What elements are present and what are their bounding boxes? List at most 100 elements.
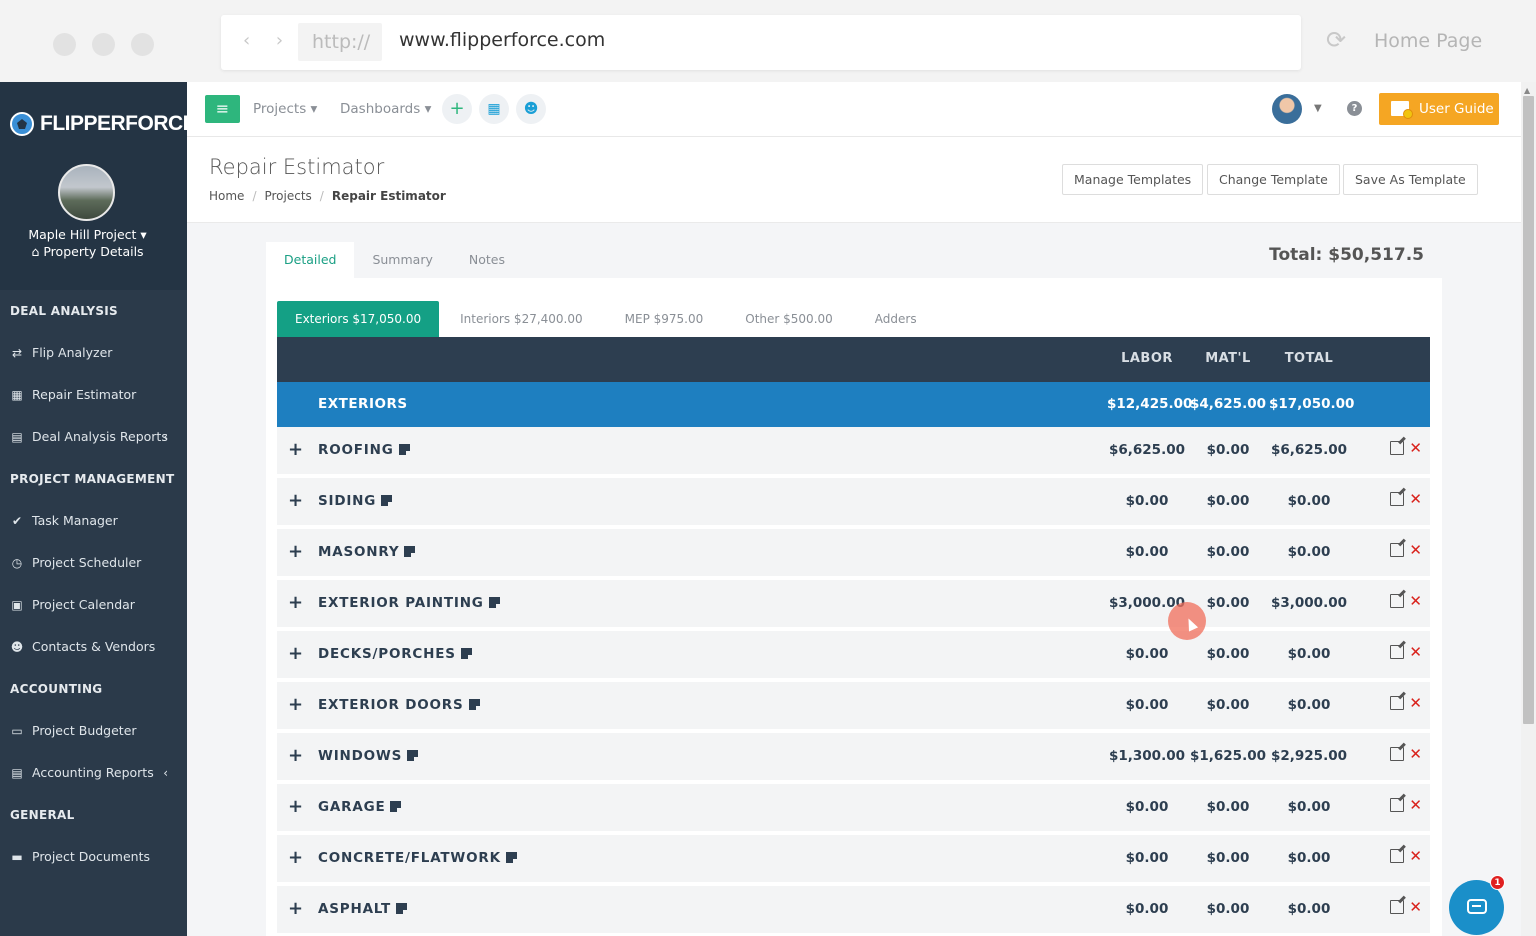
delete-icon[interactable]: ✕ [1409, 900, 1422, 915]
projects-dropdown[interactable]: Projects ▾ [253, 101, 317, 117]
delete-icon[interactable]: ✕ [1409, 543, 1422, 558]
breadcrumb-projects[interactable]: Projects [264, 189, 311, 203]
menu-toggle-button[interactable]: ≡ [205, 95, 240, 123]
group-row-exteriors[interactable]: EXTERIORS $12,425.00 $4,625.00 $17,050.0… [277, 382, 1430, 427]
tab-adders[interactable]: Adders [854, 301, 938, 337]
note-icon[interactable] [398, 444, 410, 455]
note-icon[interactable] [407, 750, 419, 761]
note-icon[interactable] [468, 699, 480, 710]
delete-icon[interactable]: ✕ [1409, 747, 1422, 762]
caret-down-icon[interactable]: ▼ [1314, 103, 1322, 114]
scroll-up-icon[interactable]: ▲ [1524, 86, 1530, 95]
edit-icon[interactable] [1390, 543, 1405, 557]
tab-summary[interactable]: Summary [354, 242, 450, 278]
sidebar-item-accounting-reports[interactable]: ▤ Accounting Reports ‹ [10, 765, 180, 780]
help-icon[interactable]: ? [1347, 101, 1362, 116]
delete-icon[interactable]: ✕ [1409, 696, 1422, 711]
tab-interiors[interactable]: Interiors $27,400.00 [439, 301, 604, 337]
expand-plus-icon[interactable]: + [288, 796, 303, 817]
table-row[interactable]: + ROOFING $6,625.00 $0.00 $6,625.00 ✕ [277, 427, 1430, 474]
note-icon[interactable] [404, 546, 416, 557]
table-row[interactable]: + CONCRETE/FLATWORK $0.00 $0.00 $0.00 ✕ [277, 835, 1430, 882]
save-as-template-button[interactable]: Save As Template [1343, 164, 1478, 195]
sidebar-item-project-budgeter[interactable]: ▭ Project Budgeter [10, 723, 180, 738]
property-details-link[interactable]: ⌂ Property Details [0, 244, 175, 259]
table-row[interactable]: + ASPHALT $0.00 $0.00 $0.00 ✕ [277, 886, 1430, 933]
back-forward-icon[interactable]: ‹ › [243, 30, 293, 51]
project-selector[interactable]: Maple Hill Project ▾ [0, 227, 175, 242]
delete-icon[interactable]: ✕ [1409, 645, 1422, 660]
window-close-dot[interactable] [53, 33, 76, 56]
user-avatar[interactable] [1272, 94, 1302, 124]
change-template-button[interactable]: Change Template [1207, 164, 1340, 195]
url-text[interactable]: www.flipperforce.com [399, 29, 605, 51]
sidebar-item-project-scheduler[interactable]: ◷ Project Scheduler [10, 555, 180, 570]
expand-plus-icon[interactable]: + [288, 541, 303, 562]
edit-icon[interactable] [1390, 849, 1405, 863]
calendar-icon[interactable]: ▦ [479, 94, 509, 124]
expand-plus-icon[interactable]: + [288, 694, 303, 715]
team-icon[interactable]: ☻ [516, 94, 546, 124]
delete-icon[interactable]: ✕ [1409, 849, 1422, 864]
table-row[interactable]: + EXTERIOR PAINTING $3,000.00 $0.00 $3,0… [277, 580, 1430, 627]
tab-detailed[interactable]: Detailed [266, 242, 355, 278]
note-icon[interactable] [460, 648, 472, 659]
table-row[interactable]: + SIDING $0.00 $0.00 $0.00 ✕ [277, 478, 1430, 525]
expand-plus-icon[interactable]: + [288, 439, 303, 460]
sidebar-item-project-documents[interactable]: ▬ Project Documents [10, 849, 180, 864]
tab-notes[interactable]: Notes [451, 242, 523, 278]
sidebar-item-project-calendar[interactable]: ▣ Project Calendar [10, 597, 180, 612]
edit-icon[interactable] [1390, 441, 1405, 455]
sidebar-item-task-manager[interactable]: ✔ Task Manager [10, 513, 180, 528]
reload-icon[interactable]: ⟳ [1326, 28, 1346, 52]
table-row[interactable]: + WINDOWS $1,300.00 $1,625.00 $2,925.00 … [277, 733, 1430, 780]
manage-templates-button[interactable]: Manage Templates [1062, 164, 1204, 195]
note-icon[interactable] [390, 801, 402, 812]
edit-icon[interactable] [1390, 798, 1405, 812]
dashboards-dropdown[interactable]: Dashboards ▾ [340, 101, 431, 117]
tab-exteriors[interactable]: Exteriors $17,050.00 [277, 301, 440, 337]
note-icon[interactable] [505, 852, 517, 863]
note-icon[interactable] [381, 495, 393, 506]
edit-icon[interactable] [1390, 696, 1405, 710]
address-bar[interactable]: ‹ › http:// www.flipperforce.com [221, 15, 1301, 70]
sidebar-item-repair-estimator[interactable]: ▦ Repair Estimator [10, 387, 180, 402]
delete-icon[interactable]: ✕ [1409, 492, 1422, 507]
expand-plus-icon[interactable]: + [288, 490, 303, 511]
page-scrollbar[interactable]: ▲ [1521, 82, 1536, 936]
expand-plus-icon[interactable]: + [288, 898, 303, 919]
home-page-link[interactable]: Home Page [1374, 30, 1482, 52]
expand-plus-icon[interactable]: + [288, 847, 303, 868]
delete-icon[interactable]: ✕ [1409, 594, 1422, 609]
sidebar-item-flip-analyzer[interactable]: ⇄ Flip Analyzer [10, 345, 180, 360]
window-minimize-dot[interactable] [92, 33, 115, 56]
add-icon[interactable]: + [442, 94, 472, 124]
delete-icon[interactable]: ✕ [1409, 441, 1422, 456]
table-row[interactable]: + GARAGE $0.00 $0.00 $0.00 ✕ [277, 784, 1430, 831]
project-photo[interactable] [58, 164, 115, 221]
edit-icon[interactable] [1390, 747, 1405, 761]
edit-icon[interactable] [1390, 492, 1405, 506]
tab-mep[interactable]: MEP $975.00 [604, 301, 725, 337]
expand-plus-icon[interactable]: + [288, 643, 303, 664]
edit-icon[interactable] [1390, 900, 1405, 914]
edit-icon[interactable] [1390, 594, 1405, 608]
scrollbar-thumb[interactable] [1523, 96, 1534, 724]
table-row[interactable]: + MASONRY $0.00 $0.00 $0.00 ✕ [277, 529, 1430, 576]
note-icon[interactable] [488, 597, 500, 608]
delete-icon[interactable]: ✕ [1409, 798, 1422, 813]
brand-logo[interactable]: FLIPPERFORCE [10, 112, 197, 136]
expand-plus-icon[interactable]: + [288, 745, 303, 766]
tab-other[interactable]: Other $500.00 [724, 301, 854, 337]
window-maximize-dot[interactable] [131, 33, 154, 56]
sidebar-item-contacts-vendors[interactable]: ☻ Contacts & Vendors [10, 639, 180, 654]
table-row[interactable]: + EXTERIOR DOORS $0.00 $0.00 $0.00 ✕ [277, 682, 1430, 729]
note-icon[interactable] [396, 903, 407, 914]
user-guide-button[interactable]: User Guide [1379, 93, 1499, 125]
sidebar-item-deal-analysis-reports[interactable]: ▤ Deal Analysis Reports ‹ [10, 429, 180, 444]
row-actions: ✕ [1390, 645, 1422, 660]
expand-plus-icon[interactable]: + [288, 592, 303, 613]
edit-icon[interactable] [1390, 645, 1405, 659]
breadcrumb-home[interactable]: Home [209, 189, 244, 203]
table-row[interactable]: + DECKS/PORCHES $0.00 $0.00 $0.00 ✕ [277, 631, 1430, 678]
